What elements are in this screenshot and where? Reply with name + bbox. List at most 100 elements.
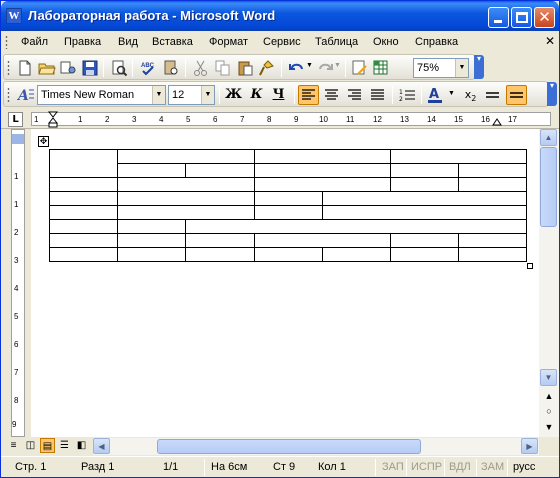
numbering-button[interactable]: 12	[397, 85, 418, 105]
formatting-toolbar-options-chevron[interactable]: ▾	[547, 82, 557, 106]
status-track-changes[interactable]: ИСПР	[411, 461, 442, 473]
font-color-button[interactable]: A	[425, 85, 446, 105]
table-cell[interactable]	[254, 247, 323, 262]
horizontal-ruler[interactable]: L 1 1 2 3 4 5 6 7 8 9 10 11 12 13 14 15 …	[1, 109, 559, 129]
table-cell[interactable]	[49, 247, 118, 262]
title-bar[interactable]: W Лабораторная работа - Microsoft Word ✕	[1, 1, 559, 31]
bold-button[interactable]: Ж	[223, 85, 244, 105]
menu-file[interactable]: Файл	[21, 36, 48, 48]
table-cell[interactable]	[254, 177, 391, 192]
status-language[interactable]: русс	[513, 461, 535, 473]
insert-excel-table-icon[interactable]	[372, 59, 390, 77]
table-cell[interactable]	[458, 177, 527, 192]
chevron-down-icon[interactable]: ▼	[201, 86, 214, 104]
table-cell[interactable]	[458, 163, 527, 178]
table-cell[interactable]	[458, 233, 527, 248]
table-cell[interactable]	[390, 233, 459, 248]
table-cell[interactable]	[117, 205, 255, 220]
styles-pane-icon[interactable]: A	[17, 86, 35, 104]
maximize-button[interactable]	[511, 7, 532, 28]
subscript-button[interactable]: x2	[460, 85, 481, 105]
print-layout-icon[interactable]: ▤	[40, 438, 55, 453]
formatting-toolbar-grip[interactable]	[7, 87, 10, 102]
table-cell[interactable]	[185, 247, 255, 262]
font-size-combo[interactable]: 12 ▼	[168, 85, 215, 105]
format-painter-icon[interactable]	[258, 59, 276, 77]
horizontal-scroll-thumb[interactable]	[157, 439, 421, 454]
menu-insert[interactable]: Вставка	[152, 36, 193, 48]
scroll-left-button[interactable]: ◀	[93, 438, 110, 454]
web-layout-icon[interactable]: ◫	[23, 438, 38, 453]
outline-view-icon[interactable]: ☰	[57, 438, 72, 453]
indent-marker-icon[interactable]	[48, 111, 58, 129]
table-cell[interactable]	[117, 219, 186, 234]
table-cell[interactable]	[49, 233, 118, 248]
menu-window[interactable]: Окно	[373, 36, 399, 48]
permission-icon[interactable]	[59, 59, 77, 77]
font-color-dropdown-icon[interactable]: ▼	[448, 90, 455, 97]
table-cell[interactable]	[390, 247, 459, 262]
right-indent-marker-icon[interactable]	[492, 118, 502, 126]
table-cell[interactable]	[49, 205, 118, 220]
table-resize-handle[interactable]	[527, 263, 533, 269]
paste-icon[interactable]	[236, 59, 254, 77]
align-left-button[interactable]	[298, 85, 319, 105]
table-cell[interactable]	[117, 233, 186, 248]
table-cell[interactable]	[49, 219, 118, 234]
minimize-button[interactable]	[488, 7, 509, 28]
table-cell[interactable]	[390, 163, 459, 178]
vertical-scrollbar[interactable]: ▲ ▼ ▲ ○ ▼	[539, 129, 559, 437]
table-cell[interactable]	[117, 163, 186, 178]
menu-format[interactable]: Формат	[209, 36, 248, 48]
align-center-button[interactable]	[321, 85, 342, 105]
word-app-icon[interactable]: W	[6, 8, 22, 24]
print-preview-icon[interactable]	[110, 59, 128, 77]
reading-layout-icon[interactable]: ◧	[74, 438, 89, 453]
cut-icon[interactable]	[192, 59, 210, 77]
research-icon[interactable]	[162, 59, 180, 77]
save-icon[interactable]	[81, 59, 99, 77]
vertical-scroll-thumb[interactable]	[540, 147, 557, 227]
underline-button[interactable]: Ч	[268, 85, 289, 105]
italic-button[interactable]: К	[246, 85, 267, 105]
close-button[interactable]: ✕	[534, 7, 555, 28]
table-cell[interactable]	[322, 205, 527, 220]
open-folder-icon[interactable]	[38, 59, 56, 77]
scroll-up-button[interactable]: ▲	[540, 129, 557, 146]
menu-table[interactable]: Таблица	[315, 36, 358, 48]
next-page-icon[interactable]: ▼	[542, 420, 556, 434]
scroll-right-button[interactable]: ▶	[521, 438, 538, 454]
table-cell[interactable]	[458, 247, 527, 262]
table-cell[interactable]	[185, 163, 255, 178]
chevron-down-icon[interactable]: ▼	[455, 59, 468, 77]
table-cell[interactable]	[49, 191, 118, 206]
spelling-icon[interactable]: ABC	[140, 59, 158, 77]
table-cell[interactable]	[254, 233, 391, 248]
table-cell[interactable]	[117, 177, 255, 192]
table-cell[interactable]	[254, 191, 323, 206]
table-cell[interactable]	[49, 149, 118, 178]
document-table[interactable]	[49, 149, 527, 262]
select-browse-object-icon[interactable]: ○	[542, 404, 556, 418]
menu-help[interactable]: Справка	[415, 36, 458, 48]
table-cell[interactable]	[185, 219, 527, 234]
menu-edit[interactable]: Правка	[64, 36, 101, 48]
copy-icon[interactable]	[214, 59, 232, 77]
table-cell[interactable]	[185, 233, 255, 248]
table-cell[interactable]	[254, 163, 391, 178]
status-overtype[interactable]: ЗАМ	[481, 461, 504, 473]
table-cell[interactable]	[322, 191, 527, 206]
justify-button[interactable]	[367, 85, 388, 105]
undo-dropdown-icon[interactable]: ▼	[306, 62, 313, 69]
toolbar-options-chevron[interactable]: ▾	[474, 55, 484, 79]
top-margin-marker[interactable]	[12, 134, 24, 144]
previous-page-icon[interactable]: ▲	[542, 389, 556, 403]
document-close-icon[interactable]: ✕	[545, 34, 555, 48]
chevron-down-icon[interactable]: ▼	[152, 86, 165, 104]
document-area[interactable]: ✥	[31, 129, 539, 437]
table-cell[interactable]	[117, 191, 255, 206]
align-right-button[interactable]	[344, 85, 365, 105]
redo-icon[interactable]	[316, 59, 334, 77]
status-extend[interactable]: ВДЛ	[449, 461, 471, 473]
undo-icon[interactable]	[288, 59, 306, 77]
